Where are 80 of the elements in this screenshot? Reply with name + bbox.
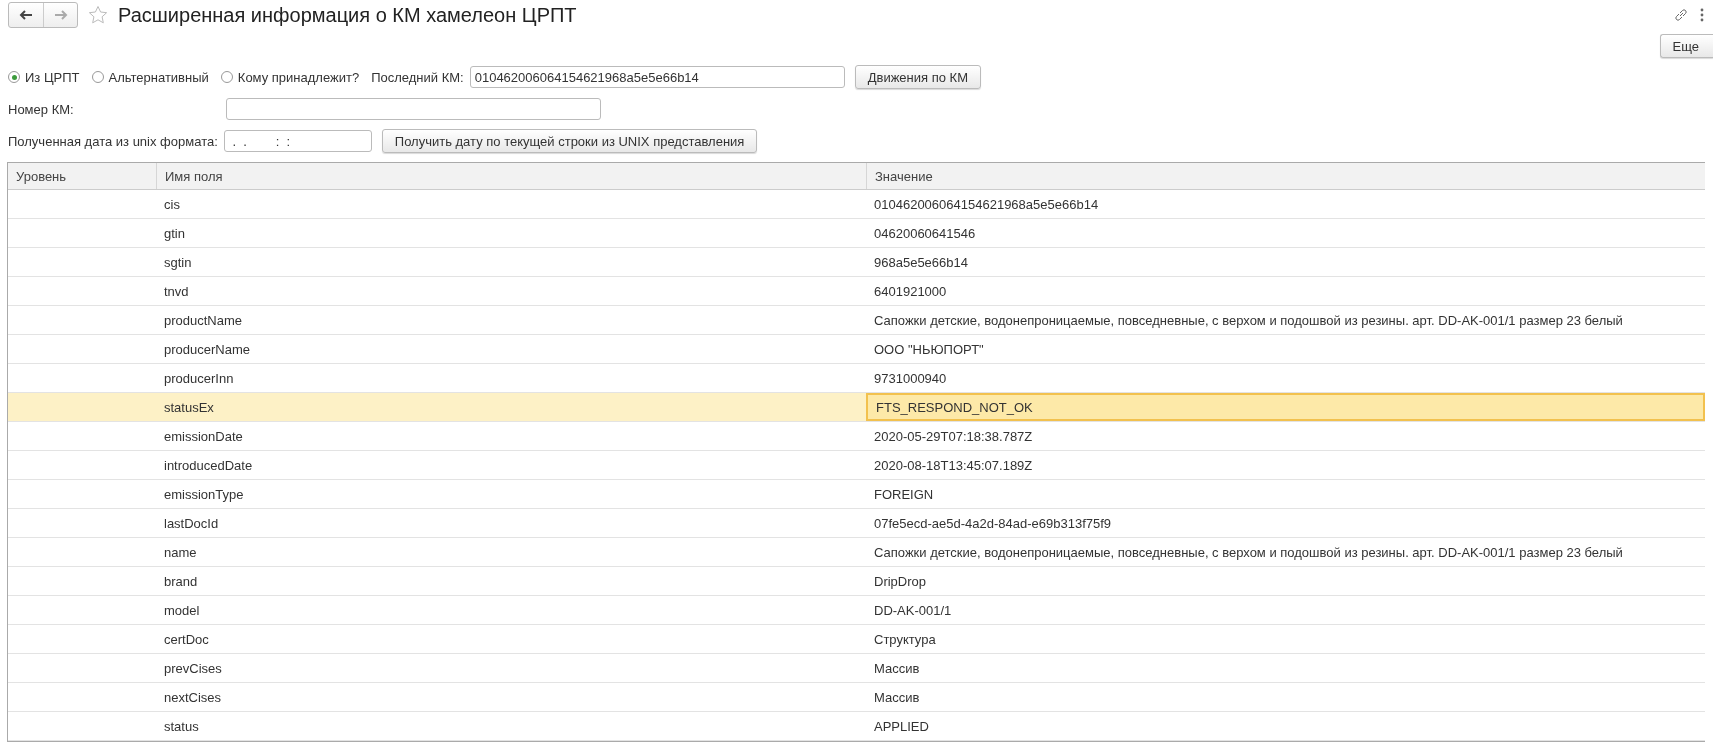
table-cell: certDoc [164, 631, 209, 647]
table-cell: introducedDate [164, 457, 253, 473]
more-menu-icon[interactable] [1699, 7, 1705, 23]
back-arrow-icon [19, 10, 33, 20]
table-cell: Структура [874, 631, 936, 647]
table-row[interactable]: emissionType FOREIGN [8, 480, 1705, 509]
table-cell: producerInn [164, 370, 234, 386]
table-cell: brand [164, 573, 198, 589]
km-number-field[interactable] [226, 98, 601, 120]
table-cell: emissionType [164, 486, 244, 502]
table-cell: 07fe5ecd-ae5d-4a2d-84ad-e69b313f75f9 [874, 515, 1112, 531]
table-cell: emissionDate [164, 428, 243, 444]
table-cell: 04620060641546 [874, 225, 976, 241]
table-cell: name [164, 544, 197, 560]
radio-label: Из ЦРПТ [25, 69, 80, 85]
table-cell: Сапожки детские, водонепроницаемые, повседневные, с верхом и подошвой из резины. арт. DD-AK-001/1 размер 23 белый [874, 544, 1623, 560]
table-cell: Сапожки детские, водонепроницаемые, повседневные, с верхом и подошвой из резины. арт. DD-AK-001/1 размер 23 белый [874, 312, 1623, 328]
table-row[interactable]: tnvd 6401921000 [8, 277, 1705, 306]
table-cell: gtin [164, 225, 185, 241]
radio-label: Кому принадлежит? [237, 69, 360, 85]
table-cell: DD-AK-001/1 [874, 602, 952, 618]
field-label: Номер КМ: [8, 101, 75, 117]
table-cell: 010462006064154621968a5e5e66b14 [874, 196, 1099, 212]
radio-button[interactable] [91, 71, 104, 83]
field-label: Последний КМ: [371, 69, 464, 85]
table-row[interactable]: prevCises Массив [8, 654, 1705, 683]
table-cell: ООО "НЬЮПОРТ" [874, 341, 984, 357]
more-button[interactable]: Еще [1659, 34, 1713, 58]
table-row[interactable]: nextCises Массив [8, 683, 1705, 712]
table-cell: 968a5e5e66b14 [874, 254, 968, 270]
table-row[interactable]: emissionDate 2020-05-29T07:18:38.787Z [8, 422, 1705, 451]
star-icon[interactable] [88, 5, 108, 25]
table-row[interactable]: statusEx FTS_RESPOND_NOT_OK [8, 393, 1705, 422]
table-cell: sgtin [164, 254, 192, 270]
forward-arrow-icon [53, 10, 68, 20]
table-row[interactable]: brand DripDrop [8, 567, 1705, 596]
table-cell: nextCises [164, 689, 222, 705]
movements-button[interactable]: Движения по КМ [854, 65, 981, 89]
table-cell: 2020-08-18T13:45:07.189Z [874, 457, 1033, 473]
table-row[interactable]: status APPLIED [8, 712, 1705, 741]
table-row[interactable]: model DD-AK-001/1 [8, 596, 1705, 625]
table-cell: Массив [874, 689, 920, 705]
table-row[interactable]: gtin 04620060641546 [8, 219, 1705, 248]
table-cell: cis [164, 196, 180, 212]
table-cell: model [164, 602, 200, 618]
table-row[interactable]: productName Сапожки детские, водонепроницаемые, повседневные, с верхом и подошвой из резины. арт. DD-AK-001/1 размер 23 белый [8, 306, 1705, 335]
table-row[interactable]: certDoc Структура [8, 625, 1705, 654]
link-icon[interactable] [1673, 7, 1689, 23]
table-cell: producerName [164, 341, 250, 357]
table-cell: FOREIGN [874, 486, 934, 502]
table-cell: Массив [874, 660, 920, 676]
get-date-button[interactable]: Получить дату по текущей строки из UNIX представления [381, 129, 758, 153]
table-row[interactable]: name Сапожки детские, водонепроницаемые, повседневные, с верхом и подошвой из резины. арт. DD-AK-001/1 размер 23 белый [8, 538, 1705, 567]
table-cell: DripDrop [874, 573, 926, 589]
column-header[interactable]: Имя поля [156, 163, 866, 189]
table-row[interactable]: introducedDate 2020-08-18T13:45:07.189Z [8, 451, 1705, 480]
table-row[interactable]: cis 010462006064154621968a5e5e66b14 [8, 190, 1705, 219]
table-row[interactable]: producerName ООО "НЬЮПОРТ" [8, 335, 1705, 364]
window-title: Расширенная информация о КМ хамелеон ЦРПТ [118, 3, 578, 27]
table-row[interactable]: sgtin 968a5e5e66b14 [8, 248, 1705, 277]
table-row[interactable]: lastDocId 07fe5ecd-ae5d-4a2d-84ad-e69b313f75f9 [8, 509, 1705, 538]
radio-button[interactable] [8, 71, 20, 83]
radio-button[interactable] [220, 71, 233, 83]
table-cell: APPLIED [874, 718, 929, 734]
table-cell: prevCises [164, 660, 222, 676]
table-cell: 9731000940 [874, 370, 947, 386]
table-cell: 2020-05-29T07:18:38.787Z [874, 428, 1033, 444]
field-label: Полученная дата из unix формата: [8, 133, 218, 149]
table-cell: 6401921000 [874, 283, 947, 299]
column-header[interactable]: Уровень [8, 163, 156, 189]
table-cell: lastDocId [164, 515, 219, 531]
table-cell: FTS_RESPOND_NOT_OK [876, 399, 1033, 415]
table-cell: statusEx [164, 399, 214, 415]
radio-label: Альтернативный [108, 69, 209, 85]
table-cell: status [164, 718, 199, 734]
last-km-field[interactable]: 010462006064154621968a5e5e66b14 [469, 66, 845, 88]
table-cell: tnvd [164, 283, 189, 299]
date-field[interactable]: . . : : [223, 130, 372, 152]
table-cell: productName [164, 312, 243, 328]
column-header[interactable]: Значение [866, 163, 1705, 189]
